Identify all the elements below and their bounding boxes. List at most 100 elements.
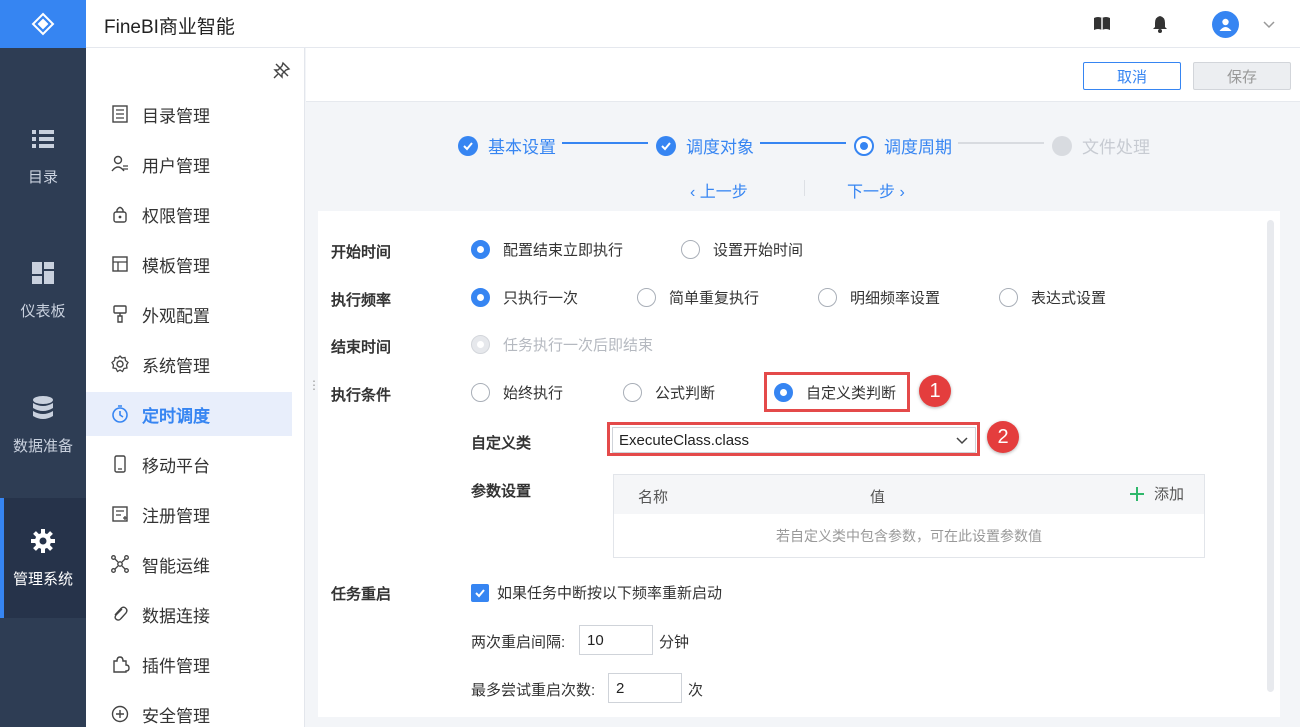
rail-label: 目录 xyxy=(27,168,58,186)
sidebar-item-9[interactable]: 智能运维 xyxy=(86,542,292,586)
end-time-label: 结束时间 xyxy=(331,339,392,356)
chevron-right-icon: › xyxy=(895,184,905,201)
max-retries-input[interactable]: 2 xyxy=(608,673,682,703)
sidebar-item-8[interactable]: 注册管理 xyxy=(86,492,292,536)
checkbox-checked-icon xyxy=(471,583,489,602)
rail-item-directory[interactable]: 目录 xyxy=(0,96,86,216)
annotation-badge-2: 2 xyxy=(987,421,1019,453)
sidebar-item-label: 安全管理 xyxy=(142,706,210,726)
restart-interval-input[interactable]: 10 xyxy=(579,625,653,655)
save-button[interactable]: 保存 xyxy=(1193,62,1291,90)
step-label: 调度对象 xyxy=(686,138,754,157)
app-title: FineBI商业智能 xyxy=(104,17,235,38)
sidebar-item-label: 智能运维 xyxy=(142,556,210,576)
custom-class-label: 自定义类 xyxy=(471,435,532,452)
radio-control xyxy=(623,383,642,402)
radio-control xyxy=(471,383,490,402)
radio-label: 始终执行 xyxy=(503,385,564,402)
sidebar-item-12[interactable]: 安全管理 xyxy=(86,692,292,727)
list-icon xyxy=(32,129,54,148)
radio-expression[interactable]: 表达式设置 xyxy=(999,287,1106,308)
radio-always-run[interactable]: 始终执行 xyxy=(471,382,563,403)
sidebar-item-0[interactable]: 目录管理 xyxy=(86,92,292,136)
gear-icon xyxy=(31,528,55,553)
radio-label: 配置结束立即执行 xyxy=(503,242,624,259)
radio-control xyxy=(471,288,490,307)
current-step-icon xyxy=(854,135,874,156)
cancel-button[interactable]: 取消 xyxy=(1083,62,1181,90)
bell-icon[interactable] xyxy=(1150,14,1170,34)
frequency-label: 执行频率 xyxy=(331,292,392,309)
add-param-button[interactable]: 添加 xyxy=(1128,483,1184,504)
step-label: 调度周期 xyxy=(884,138,952,157)
sidebar-item-label: 注册管理 xyxy=(142,506,210,526)
sidebar-item-6[interactable]: 定时调度 xyxy=(86,392,292,436)
rail-item-admin[interactable]: 管理系统 xyxy=(0,498,86,618)
check-icon xyxy=(458,135,478,156)
scrollbar[interactable] xyxy=(1267,220,1274,692)
sidebar-item-label: 数据连接 xyxy=(142,606,210,626)
app-logo[interactable] xyxy=(0,0,86,48)
settings-icon xyxy=(111,355,129,373)
chevron-down-icon[interactable] xyxy=(1262,17,1276,31)
pin-icon[interactable] xyxy=(272,60,292,80)
register-icon xyxy=(112,506,128,522)
shield-icon xyxy=(111,705,129,723)
radio-formula-judge[interactable]: 公式判断 xyxy=(623,382,715,403)
rail-label: 仪表板 xyxy=(20,302,66,320)
max-retries-unit: 次 xyxy=(688,682,704,699)
logo-icon xyxy=(31,12,55,36)
mobile-icon xyxy=(114,455,126,473)
sidebar-item-7[interactable]: 移动平台 xyxy=(86,442,292,486)
pending-step-icon xyxy=(1052,135,1072,156)
radio-simple-repeat[interactable]: 简单重复执行 xyxy=(637,287,759,308)
avatar[interactable] xyxy=(1212,11,1239,38)
restart-checkbox[interactable]: 如果任务中断按以下频率重新启动 xyxy=(471,582,722,603)
radio-end-after-once: 任务执行一次后即结束 xyxy=(471,334,653,355)
sidebar-item-label: 定时调度 xyxy=(142,406,210,426)
chevron-left-icon: ‹ xyxy=(690,184,700,201)
sidebar-item-11[interactable]: 插件管理 xyxy=(86,642,292,686)
sidebar-item-label: 用户管理 xyxy=(142,156,210,176)
plugin-icon xyxy=(113,656,130,673)
radio-run-once[interactable]: 只执行一次 xyxy=(471,287,578,308)
sidebar-item-3[interactable]: 模板管理 xyxy=(86,242,292,286)
sidebar-item-5[interactable]: 系统管理 xyxy=(86,342,292,386)
step-file-processing[interactable]: 文件处理 xyxy=(1052,133,1150,158)
checkbox-label: 如果任务中断按以下频率重新启动 xyxy=(497,585,723,602)
prev-label: 上一步 xyxy=(699,184,748,201)
dashboard-icon xyxy=(32,261,54,284)
radio-control xyxy=(637,288,656,307)
col-value-header: 值 xyxy=(870,489,886,506)
radio-start-immediately[interactable]: 配置结束立即执行 xyxy=(471,239,623,260)
radio-label: 简单重复执行 xyxy=(669,290,760,307)
step-label: 基本设置 xyxy=(488,138,556,157)
step-basic-settings[interactable]: 基本设置 xyxy=(458,133,556,158)
link-icon xyxy=(114,606,128,621)
rail-item-dashboard[interactable]: 仪表板 xyxy=(0,230,86,350)
rail-item-data-prep[interactable]: 数据准备 xyxy=(0,365,86,485)
sidebar-item-1[interactable]: 用户管理 xyxy=(86,142,292,186)
radio-set-start-time[interactable]: 设置开始时间 xyxy=(681,239,803,260)
book-icon[interactable] xyxy=(1092,14,1112,34)
condition-label: 执行条件 xyxy=(331,387,392,404)
next-step-button[interactable]: 下一步 › xyxy=(847,178,905,202)
step-schedule-object[interactable]: 调度对象 xyxy=(656,133,754,158)
sidebar-item-4[interactable]: 外观配置 xyxy=(86,292,292,336)
prev-step-button[interactable]: ‹ 上一步 xyxy=(690,178,748,202)
sidebar-item-label: 目录管理 xyxy=(142,106,210,126)
radio-detailed-frequency[interactable]: 明细频率设置 xyxy=(818,287,940,308)
sidebar-item-10[interactable]: 数据连接 xyxy=(86,592,292,636)
brush-icon xyxy=(113,305,127,323)
params-table-header: 名称 值 添加 xyxy=(614,475,1204,514)
restart-interval-label: 两次重启间隔: xyxy=(471,634,566,651)
rail-label: 管理系统 xyxy=(12,570,73,588)
radio-label: 明细频率设置 xyxy=(850,290,941,307)
sidebar-item-2[interactable]: 权限管理 xyxy=(86,192,292,236)
radio-label: 公式判断 xyxy=(655,385,716,402)
step-schedule-period[interactable]: 调度周期 xyxy=(854,133,952,158)
step-connector xyxy=(562,142,648,144)
params-table: 名称 值 添加 若自定义类中包含参数，可在此设置参数值 xyxy=(613,474,1205,558)
add-label: 添加 xyxy=(1154,486,1185,503)
schedule-form-panel xyxy=(318,211,1280,717)
